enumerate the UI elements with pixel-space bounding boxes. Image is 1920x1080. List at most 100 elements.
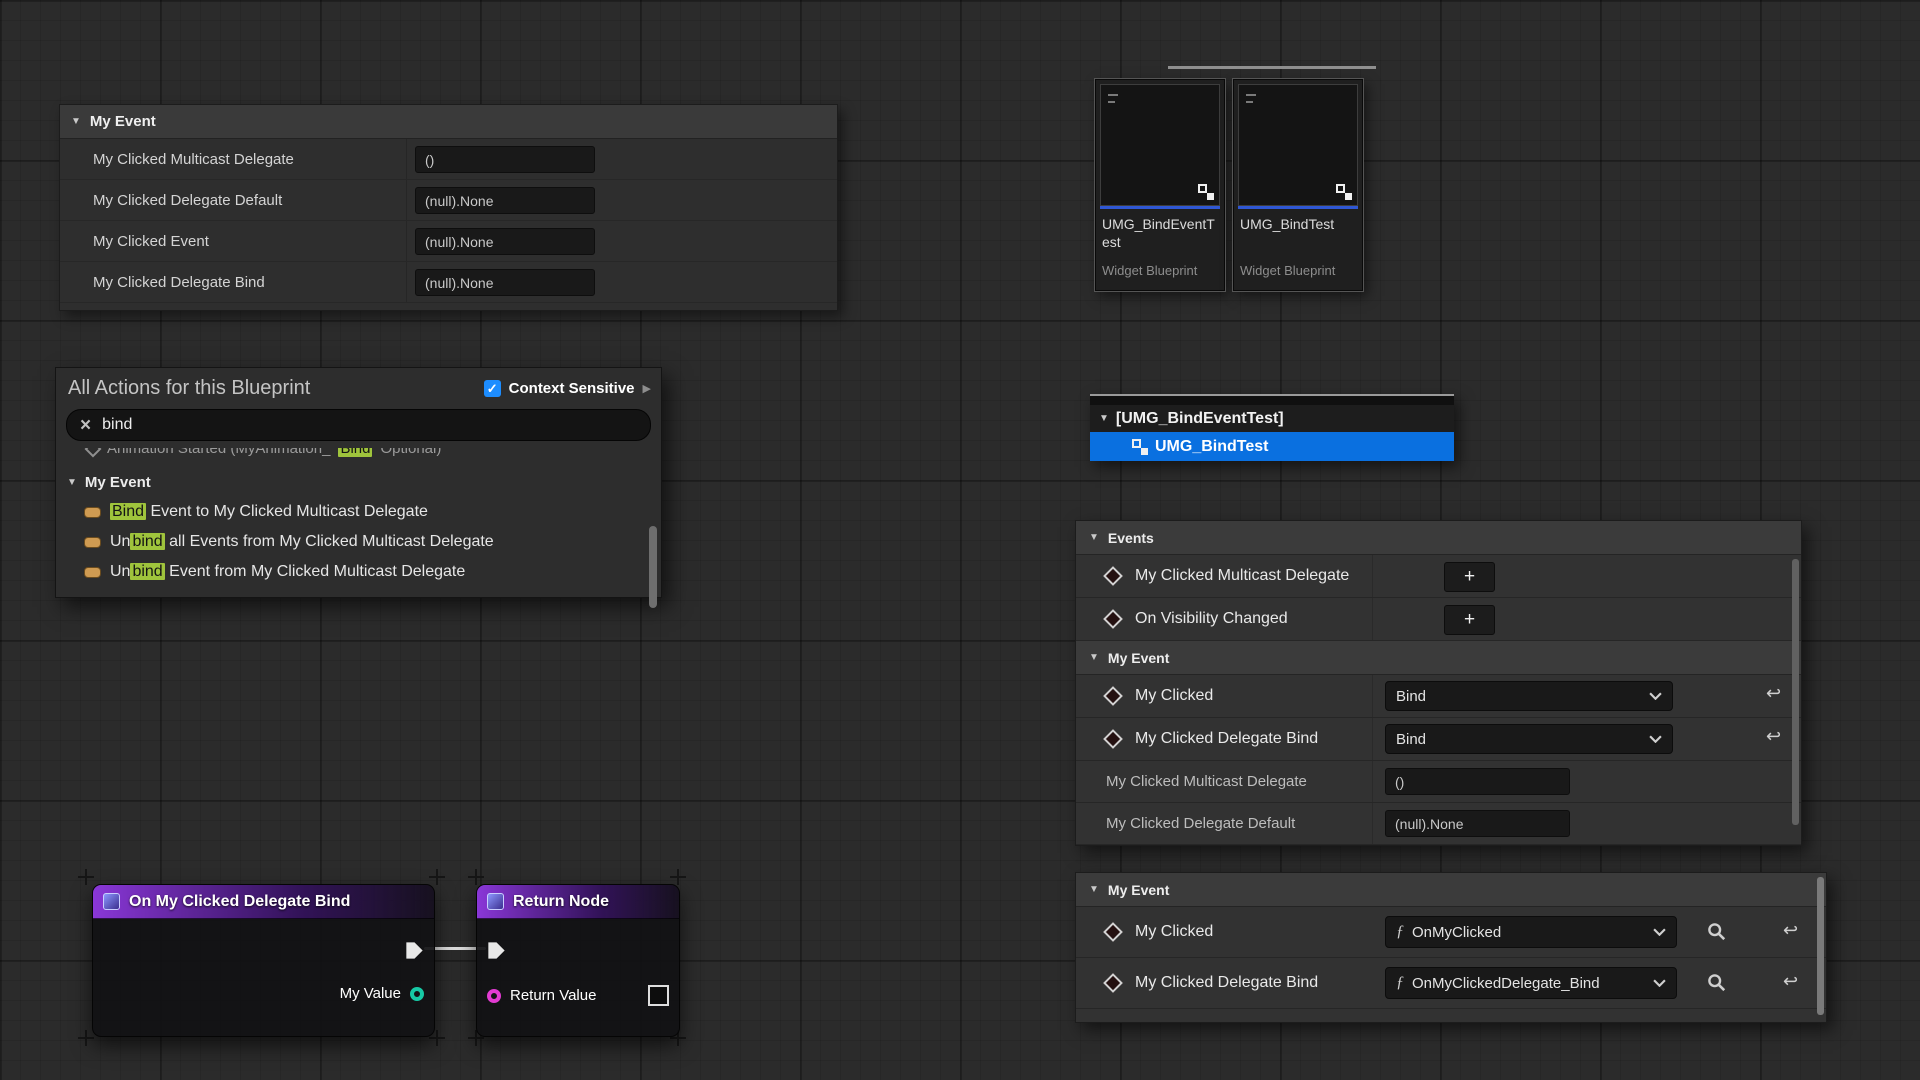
event-icon: [1103, 922, 1123, 942]
action-item-unbind-event[interactable]: Unbind Event from My Clicked Multicast D…: [56, 557, 661, 587]
value-field[interactable]: (null).None: [415, 269, 595, 296]
search-match: bind: [130, 563, 164, 580]
value-field[interactable]: (null).None: [415, 228, 595, 255]
reset-to-default-button[interactable]: ↩: [1783, 972, 1798, 990]
node-header[interactable]: On My Clicked Delegate Bind: [93, 885, 434, 919]
value-field[interactable]: (): [1385, 768, 1570, 795]
scrollbar-thumb[interactable]: [649, 526, 657, 608]
value-input-pin[interactable]: [487, 989, 501, 1003]
actions-search-box[interactable]: × bind: [66, 409, 651, 441]
property-row: My Clicked Delegate Bind (null).None: [60, 262, 837, 303]
input-pin-row: Return Value: [487, 985, 669, 1006]
event-node-icon: [103, 893, 120, 910]
property-value-cell: (null).None: [406, 262, 837, 302]
exec-input-pin[interactable]: [487, 941, 506, 960]
scrollbar-thumb[interactable]: [1817, 877, 1824, 1015]
node-return-node[interactable]: Return Node Return Value: [476, 884, 680, 1037]
scrollbar-thumb[interactable]: [1792, 559, 1799, 825]
output-pin-row: My Value: [340, 985, 424, 1002]
actions-menu-title: All Actions for this Blueprint: [68, 377, 310, 400]
event-icon: [1103, 686, 1123, 706]
details-panel-my-event: ▼ My Event My Clicked Multicast Delegate…: [59, 104, 838, 311]
pin-label: Return Value: [510, 987, 596, 1004]
return-value-checkbox[interactable]: [648, 985, 669, 1006]
collapse-arrow-icon[interactable]: ▼: [71, 116, 81, 127]
node-on-my-clicked-delegate-bind[interactable]: On My Clicked Delegate Bind My Value: [92, 884, 435, 1037]
hierarchy-panel: ▼ [UMG_BindEventTest] UMG_BindTest: [1090, 394, 1454, 461]
clear-search-icon[interactable]: ×: [80, 416, 91, 435]
reset-to-default-button[interactable]: ↩: [1766, 684, 1781, 702]
category-label: My Event: [90, 113, 156, 130]
clipped-action-item[interactable]: Animation Started (MyAnimation_BindOptio…: [56, 448, 661, 467]
add-event-button[interactable]: +: [1444, 605, 1495, 635]
actions-category-label: My Event: [85, 474, 151, 491]
function-bind-row-my-clicked: My Clicked ƒ OnMyClicked ↩: [1076, 907, 1826, 958]
widget-blueprint-icon: [1132, 439, 1148, 455]
search-match: bind: [130, 533, 164, 550]
value-field[interactable]: (): [415, 146, 595, 173]
category-header-my-event[interactable]: ▼ My Event: [1076, 873, 1826, 907]
bind-dropdown[interactable]: Bind: [1385, 724, 1673, 754]
dropdown-value: OnMyClickedDelegate_Bind: [1412, 975, 1600, 992]
category-header-my-event[interactable]: ▼ My Event: [60, 105, 837, 139]
category-header-events[interactable]: ▼ Events: [1076, 521, 1801, 555]
action-item-label: Unbind Event from My Clicked Multicast D…: [110, 563, 465, 581]
event-icon: [85, 448, 102, 457]
value-field[interactable]: (null).None: [415, 187, 595, 214]
node-header[interactable]: Return Node: [477, 885, 679, 919]
thumbnail-text-mark: [1246, 101, 1253, 103]
function-icon: ƒ: [1396, 974, 1404, 992]
add-event-button[interactable]: +: [1444, 562, 1495, 592]
context-sensitive-toggle[interactable]: ✓ Context Sensitive ▶: [484, 380, 651, 397]
node-title: Return Node: [513, 893, 609, 911]
delegate-icon: [84, 507, 101, 518]
hierarchy-selected-row[interactable]: UMG_BindTest: [1090, 432, 1454, 461]
pin-label: My Value: [340, 985, 401, 1002]
property-label: My Clicked Multicast Delegate: [1106, 773, 1307, 790]
collapse-arrow-icon[interactable]: ▼: [1099, 413, 1109, 424]
details-panel-bound-functions: ▼ My Event My Clicked ƒ OnMyClicked ↩ My…: [1075, 872, 1827, 1023]
category-label: My Event: [1108, 882, 1169, 898]
actions-category-my-event[interactable]: ▼ My Event: [56, 467, 661, 497]
event-label: On Visibility Changed: [1135, 610, 1288, 628]
expand-right-icon[interactable]: ▶: [643, 382, 651, 395]
reset-to-default-button[interactable]: ↩: [1783, 921, 1798, 939]
action-item-unbind-all[interactable]: Unbind all Events from My Clicked Multic…: [56, 527, 661, 557]
grid-tick: [78, 1030, 94, 1046]
category-label: Events: [1108, 530, 1154, 546]
property-row-delegate-default: My Clicked Delegate Default (null).None: [1076, 803, 1801, 845]
chevron-down-icon: [1653, 928, 1666, 936]
reset-to-default-button[interactable]: ↩: [1766, 727, 1781, 745]
hierarchy-root-label: [UMG_BindEventTest]: [1116, 410, 1284, 428]
property-label: My Clicked Delegate Bind: [60, 262, 406, 302]
context-sensitive-checkbox[interactable]: ✓: [484, 380, 501, 397]
exec-output-pin[interactable]: [405, 941, 424, 960]
function-dropdown[interactable]: ƒ OnMyClickedDelegate_Bind: [1385, 967, 1677, 999]
value-output-pin[interactable]: [410, 987, 424, 1001]
bind-dropdown[interactable]: Bind: [1385, 681, 1673, 711]
event-icon: [1103, 566, 1123, 586]
hierarchy-root-row[interactable]: ▼ [UMG_BindEventTest]: [1090, 405, 1454, 432]
node-title: On My Clicked Delegate Bind: [129, 893, 350, 911]
property-label: My Clicked: [1135, 687, 1213, 705]
asset-name: UMG_BindTest: [1238, 209, 1358, 261]
collapse-arrow-icon[interactable]: ▼: [67, 477, 77, 488]
collapse-arrow-icon[interactable]: ▼: [1089, 884, 1099, 895]
value-field[interactable]: (null).None: [1385, 810, 1570, 837]
chevron-down-icon: [1649, 735, 1662, 743]
collapse-arrow-icon[interactable]: ▼: [1089, 532, 1099, 543]
asset-name: UMG_BindEventTest: [1100, 209, 1220, 261]
action-item-bind-event[interactable]: Bind Event to My Clicked Multicast Deleg…: [56, 497, 661, 527]
asset-tile-umg-bindtest[interactable]: UMG_BindTest Widget Blueprint: [1233, 79, 1363, 291]
category-header-my-event[interactable]: ▼ My Event: [1076, 641, 1801, 675]
browse-to-function-icon[interactable]: [1707, 922, 1726, 941]
property-row: My Clicked Event (null).None: [60, 221, 837, 262]
event-icon: [1103, 973, 1123, 993]
search-match: Bind: [338, 448, 372, 457]
asset-tile-umg-bindeventtest[interactable]: UMG_BindEventTest Widget Blueprint: [1095, 79, 1225, 291]
function-dropdown[interactable]: ƒ OnMyClicked: [1385, 916, 1677, 948]
search-input[interactable]: bind: [102, 416, 132, 434]
collapse-arrow-icon[interactable]: ▼: [1089, 652, 1099, 663]
browse-to-function-icon[interactable]: [1707, 973, 1726, 992]
action-item-label: Bind Event to My Clicked Multicast Deleg…: [110, 503, 428, 521]
